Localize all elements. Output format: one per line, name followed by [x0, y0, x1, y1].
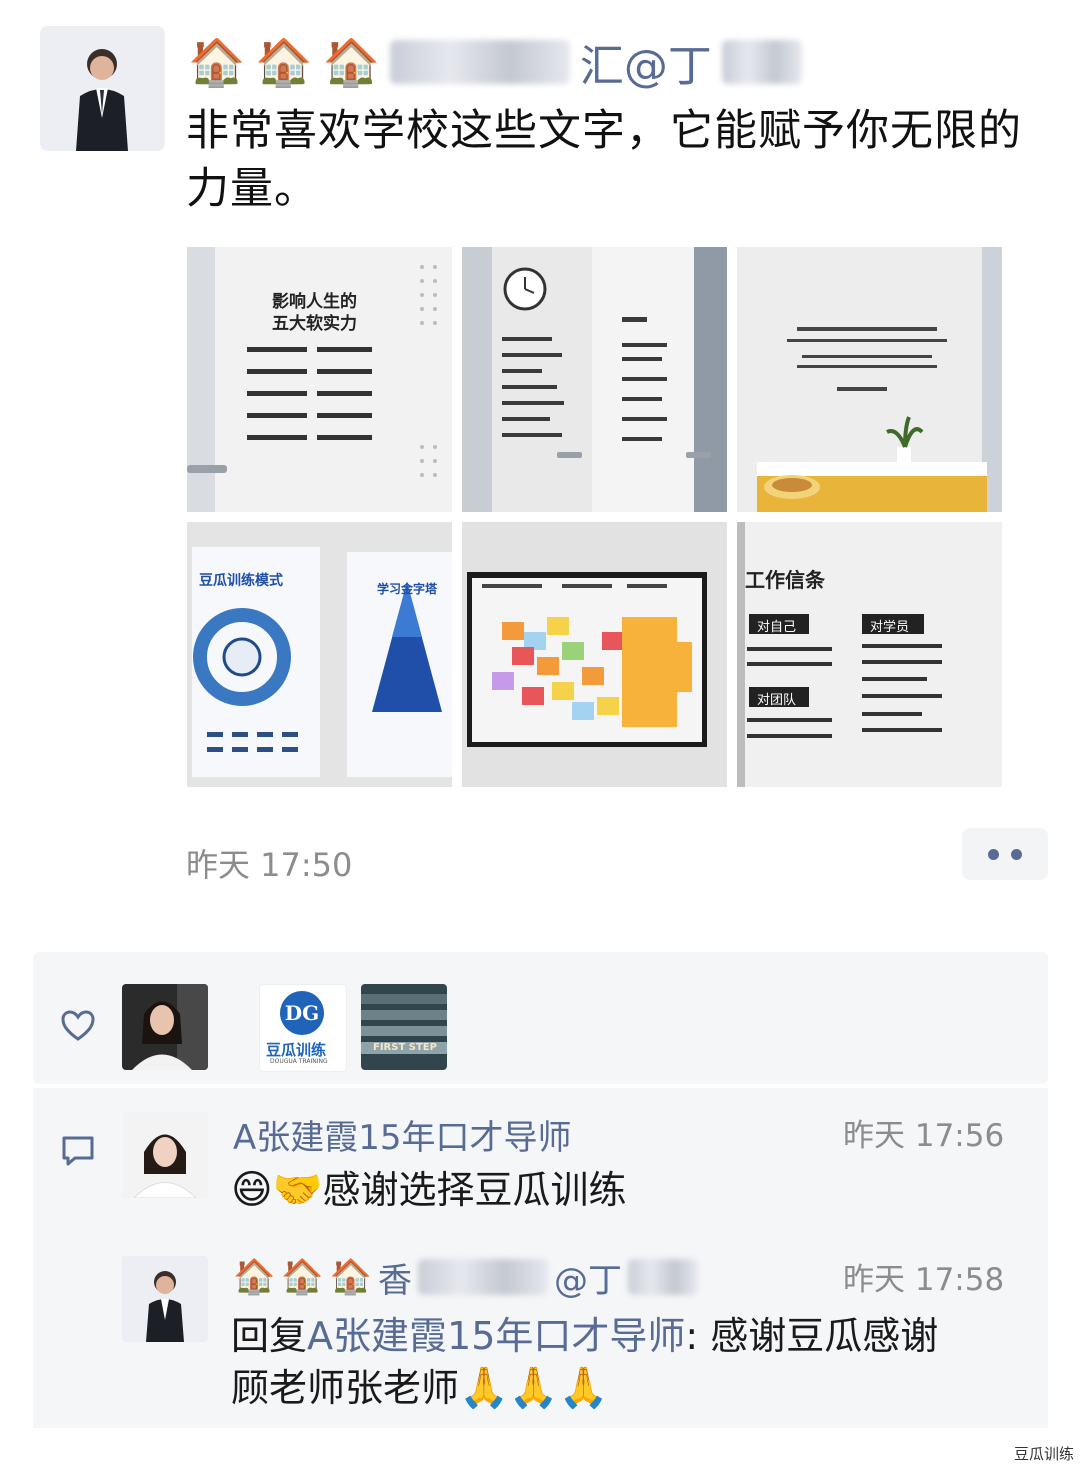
post-author-avatar[interactable] [40, 26, 165, 151]
reply-prefix: 回复 [231, 1314, 308, 1358]
dougua-logo-sublabel: DOUGUA TRAINING [270, 1058, 328, 1065]
liker-avatar-first-step[interactable]: FIRST STEP [361, 984, 447, 1070]
comment-body: 顾老师张老师 [231, 1366, 460, 1410]
post-author-name: 汇@丁 [579, 41, 712, 92]
post-photo[interactable] [462, 247, 727, 512]
photo-label-student: 对学员 [870, 620, 910, 635]
post-photo[interactable] [737, 247, 1002, 512]
liker-avatar-dougua[interactable]: DG 豆瓜训练 DOUGUA TRAINING [259, 984, 347, 1072]
comment-body: : 感谢豆瓜感谢 [685, 1314, 939, 1358]
comment-time: 昨天 17:58 [843, 1262, 1005, 1298]
house-icon: 🏠 [281, 1257, 324, 1297]
commenter-avatar[interactable] [122, 1256, 208, 1342]
commenter-name-part: @丁 [554, 1260, 623, 1301]
post-photo[interactable]: 工作信条 对自己 对团队 对学员 [737, 522, 1002, 787]
comment-time: 昨天 17:56 [843, 1118, 1005, 1154]
comment-text: 😄🤝感谢选择豆瓜训练 [231, 1164, 627, 1216]
photo-label-team: 对团队 [757, 693, 797, 708]
blurred-name-segment [721, 40, 802, 84]
photo-caption-title: 豆瓜训练模式 [199, 573, 283, 589]
commenter-name-row[interactable]: 🏠 🏠 🏠 香 @丁 [233, 1254, 699, 1301]
photo-label-self: 对自己 [757, 620, 797, 635]
more-actions-button[interactable] [962, 828, 1048, 880]
post-photo[interactable]: 影响人生的 五大软实力 [187, 247, 452, 512]
photo-caption-subtitle: 学习金字塔 [377, 582, 438, 596]
liker-avatar[interactable] [122, 984, 208, 1070]
comment-icon [61, 1134, 95, 1172]
house-icon: 🏠 [188, 35, 246, 89]
heart-icon [61, 1010, 95, 1046]
post-time: 昨天 17:50 [186, 846, 353, 884]
dougua-logo-label: 豆瓜训练 [266, 1041, 327, 1059]
reply-to-name[interactable]: A张建霞15年口才导师 [307, 1314, 685, 1358]
blurred-name-segment [418, 1259, 549, 1295]
first-step-text: FIRST STEP [373, 1042, 437, 1053]
blurred-name-segment [389, 40, 570, 84]
comment-body: 感谢选择豆瓜训练 [322, 1168, 627, 1212]
photo-grid: 影响人生的 五大软实力 豆瓜训练模式 学习金字塔 工作信条 对自己 对团队 对学… [187, 247, 1002, 787]
house-icon: 🏠 [322, 35, 380, 89]
house-icon: 🏠 [233, 1257, 276, 1297]
post-photo[interactable]: 豆瓜训练模式 学习金字塔 [187, 522, 452, 787]
grin-and-handshake-icon: 😄🤝 [231, 1167, 323, 1213]
commenter-avatar[interactable] [122, 1112, 208, 1198]
post-photo[interactable] [462, 522, 727, 787]
commenter-name-part: 香 [378, 1260, 413, 1301]
folded-hands-icon: 🙏🙏🙏 [459, 1365, 609, 1411]
post-author-name-row[interactable]: 🏠 🏠 🏠 汇@丁 [188, 34, 802, 92]
dot-icon [988, 848, 999, 860]
house-icon: 🏠 [255, 35, 313, 89]
likes-section: DG 豆瓜训练 DOUGUA TRAINING FIRST STEP [33, 952, 1048, 1084]
blurred-name-segment [628, 1259, 699, 1295]
comments-section: A张建霞15年口才导师 昨天 17:56 😄🤝感谢选择豆瓜训练 🏠 🏠 🏠 香 … [33, 1088, 1048, 1428]
post-text-line: 力量。 [186, 164, 318, 214]
dougua-logo-icon: DG [280, 991, 324, 1035]
post-text: 非常喜欢学校这些文字，它能赋予你无限的 力量。 [186, 102, 1056, 218]
photo-caption-subtitle: 五大软实力 [272, 314, 357, 334]
commenter-name[interactable]: A张建霞15年口才导师 [233, 1110, 572, 1159]
post-text-line: 非常喜欢学校这些文字，它能赋予你无限的 [186, 106, 1022, 156]
dot-icon [1011, 848, 1022, 860]
house-icon: 🏠 [329, 1257, 373, 1297]
watermark: 豆瓜训练 [1013, 1445, 1074, 1463]
comment-text: 回复A张建霞15年口才导师: 感谢豆瓜感谢 顾老师张老师🙏🙏🙏 [231, 1310, 1031, 1414]
photo-caption-title: 工作信条 [745, 568, 825, 592]
